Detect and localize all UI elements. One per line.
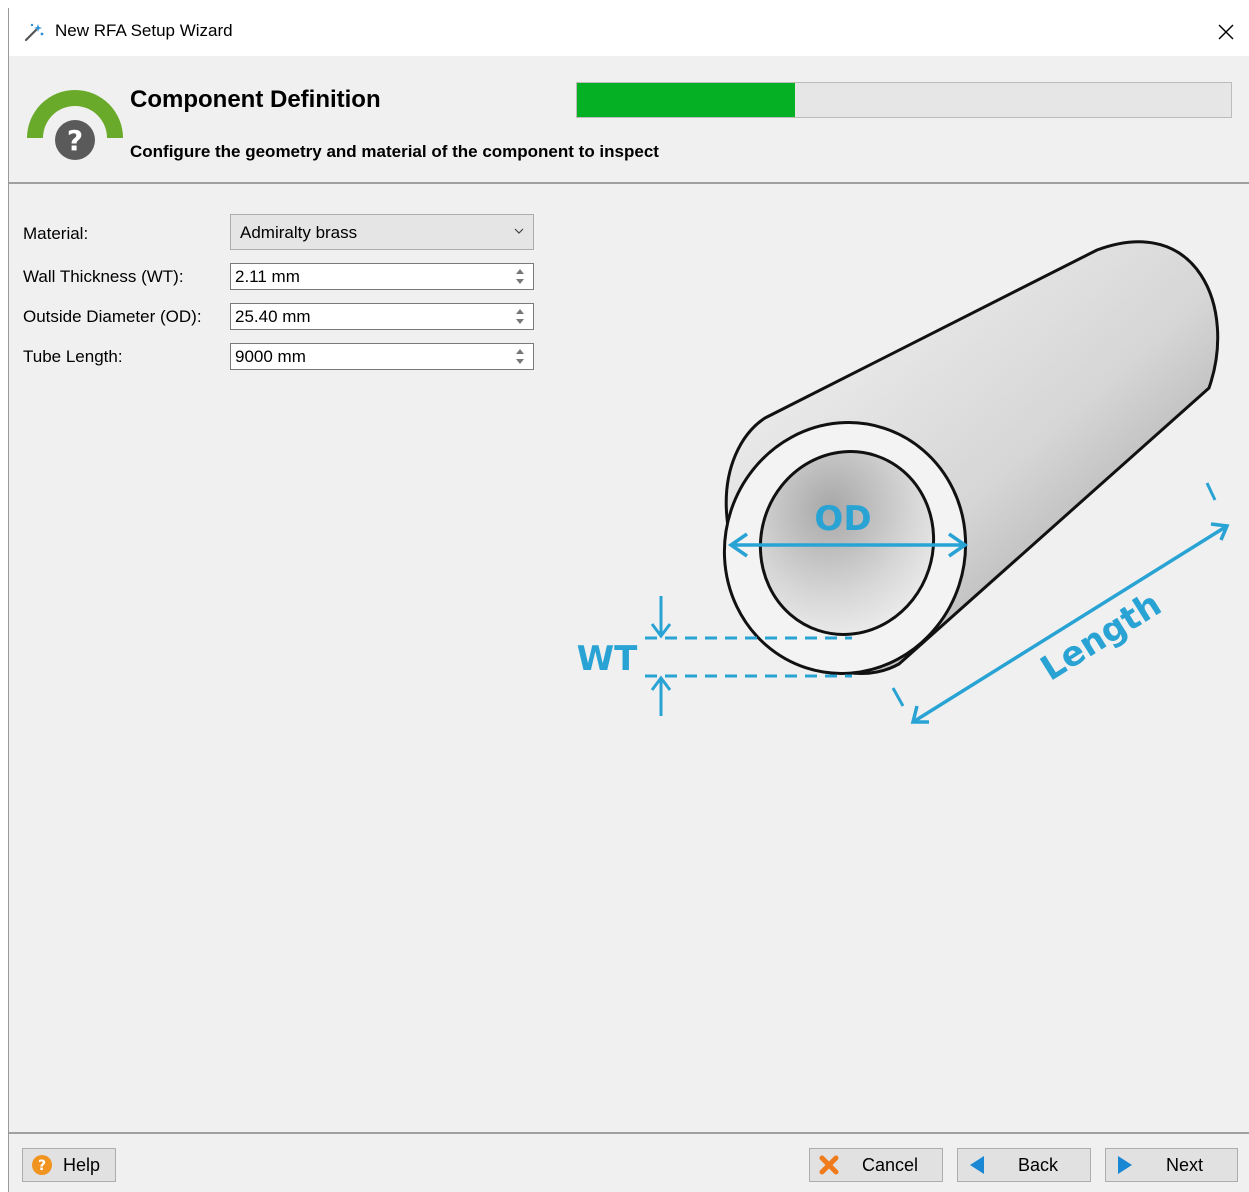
next-button[interactable]: Next	[1105, 1148, 1238, 1182]
help-icon: ?	[32, 1155, 52, 1175]
progress-fill	[577, 83, 795, 117]
page-subtitle: Configure the geometry and material of t…	[130, 142, 659, 161]
arrow-left-icon	[970, 1156, 984, 1174]
title-bar: New RFA Setup Wizard	[9, 8, 1249, 56]
wizard-window: New RFA Setup Wizard ? Component Definit…	[8, 8, 1249, 1192]
outside-diameter-spinbox	[230, 303, 534, 330]
outside-diameter-label: Outside Diameter (OD):	[23, 307, 202, 326]
od-label: OD	[814, 499, 871, 539]
close-icon	[1218, 24, 1234, 40]
close-button[interactable]	[1203, 8, 1249, 56]
material-value: Admiralty brass	[240, 223, 358, 242]
tube-dimension-diagram: OD WT Length	[577, 240, 1230, 724]
wizard-footer: ? Help Cancel Back Next	[9, 1132, 1249, 1192]
wizard-header: ? Component Definition Configure the geo…	[9, 56, 1249, 184]
help-button[interactable]: ? Help	[22, 1148, 116, 1182]
svg-text:?: ?	[38, 1158, 46, 1174]
magic-wand-icon	[24, 23, 44, 42]
help-button-label: Help	[63, 1155, 101, 1175]
wt-label: WT	[577, 639, 639, 679]
arrow-right-icon	[1118, 1156, 1132, 1174]
window-title: New RFA Setup Wizard	[55, 21, 233, 40]
material-dropdown[interactable]: Admiralty brass	[230, 214, 534, 250]
material-label: Material:	[23, 224, 89, 243]
wall-thickness-input[interactable]	[231, 264, 505, 289]
spin-arrows-icon[interactable]	[515, 307, 525, 326]
length-label: Length	[1034, 584, 1169, 689]
tube-length-spinbox	[230, 343, 534, 370]
svg-text:?: ?	[67, 124, 83, 157]
cancel-button[interactable]: Cancel	[809, 1148, 943, 1182]
spin-arrows-icon[interactable]	[515, 347, 525, 366]
next-button-label: Next	[1166, 1155, 1204, 1175]
outside-diameter-input[interactable]	[231, 304, 505, 329]
back-button[interactable]: Back	[957, 1148, 1091, 1182]
tube-length-input[interactable]	[231, 344, 505, 369]
wizard-progress-bar	[576, 82, 1232, 118]
back-button-label: Back	[1018, 1155, 1059, 1175]
wall-thickness-label: Wall Thickness (WT):	[23, 267, 184, 286]
cancel-button-label: Cancel	[862, 1155, 919, 1175]
chevron-down-icon	[514, 228, 524, 234]
wall-thickness-spinbox	[230, 263, 534, 290]
cancel-x-icon	[819, 1155, 839, 1175]
help-question-icon: ?	[27, 90, 123, 160]
spin-arrows-icon[interactable]	[515, 267, 525, 286]
page-title: Component Definition	[130, 86, 381, 113]
tube-length-label: Tube Length:	[23, 347, 123, 366]
